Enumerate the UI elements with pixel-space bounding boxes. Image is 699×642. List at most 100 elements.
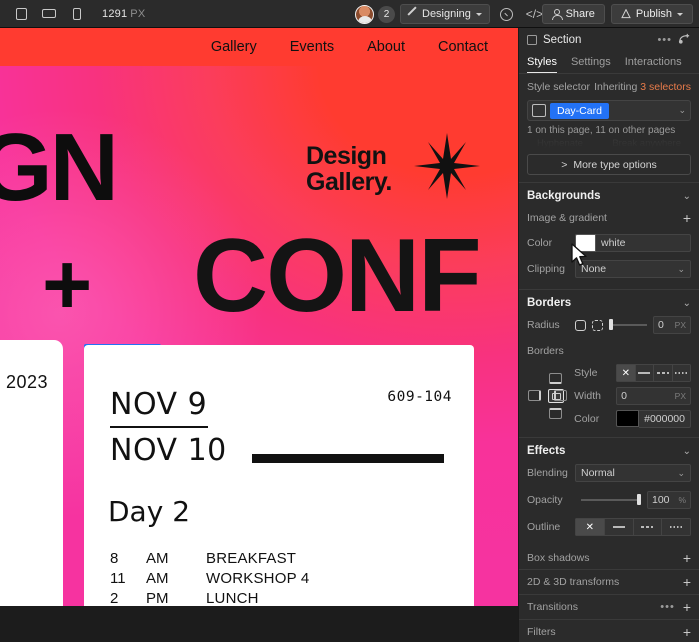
filters-row[interactable]: Filters + bbox=[519, 620, 699, 642]
chevron-down-icon: ⌄ bbox=[677, 468, 685, 479]
schedule-event: BREAKFAST bbox=[206, 550, 296, 567]
nav-link-about[interactable]: About bbox=[367, 39, 405, 55]
hero-heading-line1[interactable]: GN bbox=[0, 120, 116, 216]
more-type-options-button[interactable]: > More type options bbox=[527, 154, 691, 175]
radius-individual-icon[interactable] bbox=[592, 320, 603, 331]
day-card-previous[interactable]: 2023 bbox=[0, 340, 63, 624]
transitions-more-icon[interactable]: ••• bbox=[660, 601, 675, 613]
background-color-swatch[interactable] bbox=[575, 234, 596, 252]
opacity-unit: % bbox=[678, 495, 686, 505]
effects-section-header[interactable]: Effects ⌄ bbox=[519, 438, 699, 462]
avatar[interactable] bbox=[355, 5, 374, 24]
panel-more-menu-button[interactable]: ••• bbox=[657, 34, 672, 46]
add-transition-icon[interactable]: + bbox=[683, 602, 691, 612]
outline-none[interactable]: ✕ bbox=[575, 518, 605, 536]
nav-link-gallery[interactable]: Gallery bbox=[211, 39, 257, 55]
schedule-row: 2 PM LUNCH bbox=[110, 588, 440, 608]
hero-plus-symbol[interactable]: + bbox=[42, 242, 92, 328]
image-gradient-row[interactable]: Image & gradient + bbox=[519, 207, 699, 229]
radius-slider[interactable] bbox=[609, 324, 647, 326]
typography-overflow-row: Hyphenate Break anywhere bbox=[519, 138, 699, 149]
border-right-button[interactable] bbox=[554, 390, 567, 401]
share-label: Share bbox=[566, 8, 595, 20]
outline-dashed[interactable] bbox=[634, 518, 663, 536]
box-shadows-row[interactable]: Box shadows + bbox=[519, 547, 699, 569]
schedule-hour: 11 bbox=[110, 570, 146, 587]
border-style-none[interactable]: ✕ bbox=[616, 364, 635, 382]
card-day-title: Day 2 bbox=[108, 495, 190, 528]
selector-dropdown[interactable]: Day-Card ⌄ bbox=[527, 100, 691, 121]
add-filter-icon[interactable]: + bbox=[683, 627, 691, 637]
schedule-ampm: AM bbox=[146, 550, 206, 567]
selected-class-chip[interactable]: Day-Card bbox=[550, 103, 609, 119]
border-side-picker[interactable] bbox=[527, 373, 568, 419]
border-bottom-button[interactable] bbox=[549, 408, 562, 419]
day-card[interactable]: NOV 9 NOV 10 609-104 Day 2 8 AM BREAKFAS… bbox=[84, 345, 474, 624]
top-toolbar: 1291PX 2 Designing </> bbox=[0, 0, 699, 28]
blending-select[interactable]: Normal ⌄ bbox=[575, 464, 691, 482]
desktop-icon bbox=[16, 8, 27, 20]
transforms-row[interactable]: 2D & 3D transforms + bbox=[519, 570, 699, 594]
inheriting-count[interactable]: 3 selectors bbox=[640, 81, 691, 93]
border-width-input[interactable]: 0 PX bbox=[616, 387, 691, 405]
chevron-down-icon[interactable]: ⌄ bbox=[683, 298, 691, 309]
outline-solid[interactable] bbox=[605, 518, 634, 536]
canvas-bottom-strip bbox=[0, 606, 518, 624]
border-color-swatch[interactable] bbox=[616, 410, 639, 427]
design-canvas[interactable]: Gallery Events About Contact GN + CONF D… bbox=[0, 28, 518, 624]
background-color-value[interactable]: white bbox=[596, 234, 691, 252]
card-date-divider bbox=[110, 426, 208, 428]
outline-segmented[interactable]: ✕ bbox=[575, 518, 691, 536]
border-color-value[interactable]: #000000 bbox=[639, 410, 691, 428]
radius-input[interactable]: 0 PX bbox=[653, 316, 691, 334]
tab-interactions[interactable]: Interactions bbox=[625, 56, 682, 73]
tab-settings[interactable]: Settings bbox=[571, 56, 611, 73]
checkmark-circle-icon bbox=[500, 8, 513, 21]
checkmark-circle-button[interactable] bbox=[495, 3, 518, 25]
transforms-label: 2D & 3D transforms bbox=[527, 576, 619, 588]
chevron-down-icon[interactable]: ⌄ bbox=[683, 191, 691, 202]
clipping-select[interactable]: None ⌄ bbox=[575, 260, 691, 278]
add-transform-icon[interactable]: + bbox=[683, 577, 691, 587]
transitions-label: Transitions bbox=[527, 601, 578, 613]
collaborator-count-badge: 2 bbox=[378, 6, 395, 23]
outline-dotted[interactable] bbox=[662, 518, 691, 536]
mode-selector-button[interactable]: Designing bbox=[400, 4, 490, 24]
style-selector-row: Style selector Inheriting 3 selectors bbox=[519, 74, 699, 96]
publish-button[interactable]: Publish bbox=[611, 4, 693, 24]
collaborators[interactable]: 2 bbox=[355, 5, 395, 24]
design-gallery-block[interactable]: Design Gallery. bbox=[306, 143, 392, 196]
chevron-down-icon[interactable]: ⌄ bbox=[683, 446, 691, 457]
add-selector-icon[interactable] bbox=[678, 32, 691, 48]
border-width-unit: PX bbox=[675, 391, 686, 401]
nav-link-events[interactable]: Events bbox=[290, 39, 334, 55]
borders-section-header[interactable]: Borders ⌄ bbox=[519, 290, 699, 314]
nav-link-contact[interactable]: Contact bbox=[438, 39, 488, 55]
blending-value: Normal bbox=[581, 467, 615, 479]
border-left-button[interactable] bbox=[528, 390, 541, 401]
border-top-button[interactable] bbox=[549, 373, 562, 384]
add-image-gradient-icon[interactable]: + bbox=[683, 213, 691, 223]
radius-value: 0 bbox=[658, 319, 664, 331]
hero-heading-conf[interactable]: CONF bbox=[193, 224, 480, 328]
opacity-slider-knob[interactable] bbox=[637, 494, 641, 505]
phone-view-button[interactable] bbox=[64, 3, 90, 25]
add-box-shadow-icon[interactable]: + bbox=[683, 553, 691, 563]
opacity-input[interactable]: 100 % bbox=[647, 491, 691, 509]
border-style-dashed[interactable] bbox=[654, 364, 672, 382]
opacity-slider[interactable] bbox=[581, 499, 641, 501]
transitions-row[interactable]: Transitions ••• + bbox=[519, 595, 699, 619]
radius-all-icon[interactable] bbox=[575, 320, 586, 331]
border-color-label: Color bbox=[574, 413, 610, 425]
viewport-controls: 1291PX bbox=[0, 3, 145, 25]
tablet-view-button[interactable] bbox=[36, 3, 62, 25]
desktop-view-button[interactable] bbox=[8, 3, 34, 25]
tab-styles[interactable]: Styles bbox=[527, 56, 557, 73]
backgrounds-section-header[interactable]: Backgrounds ⌄ bbox=[519, 183, 699, 207]
border-style-dotted[interactable] bbox=[673, 364, 691, 382]
style-panel: Section ••• Styles Settings Interactions… bbox=[518, 28, 699, 642]
radius-slider-knob[interactable] bbox=[609, 319, 613, 330]
border-style-solid[interactable] bbox=[636, 364, 654, 382]
share-button[interactable]: Share bbox=[542, 4, 605, 24]
border-style-segmented[interactable]: ✕ bbox=[616, 364, 691, 382]
